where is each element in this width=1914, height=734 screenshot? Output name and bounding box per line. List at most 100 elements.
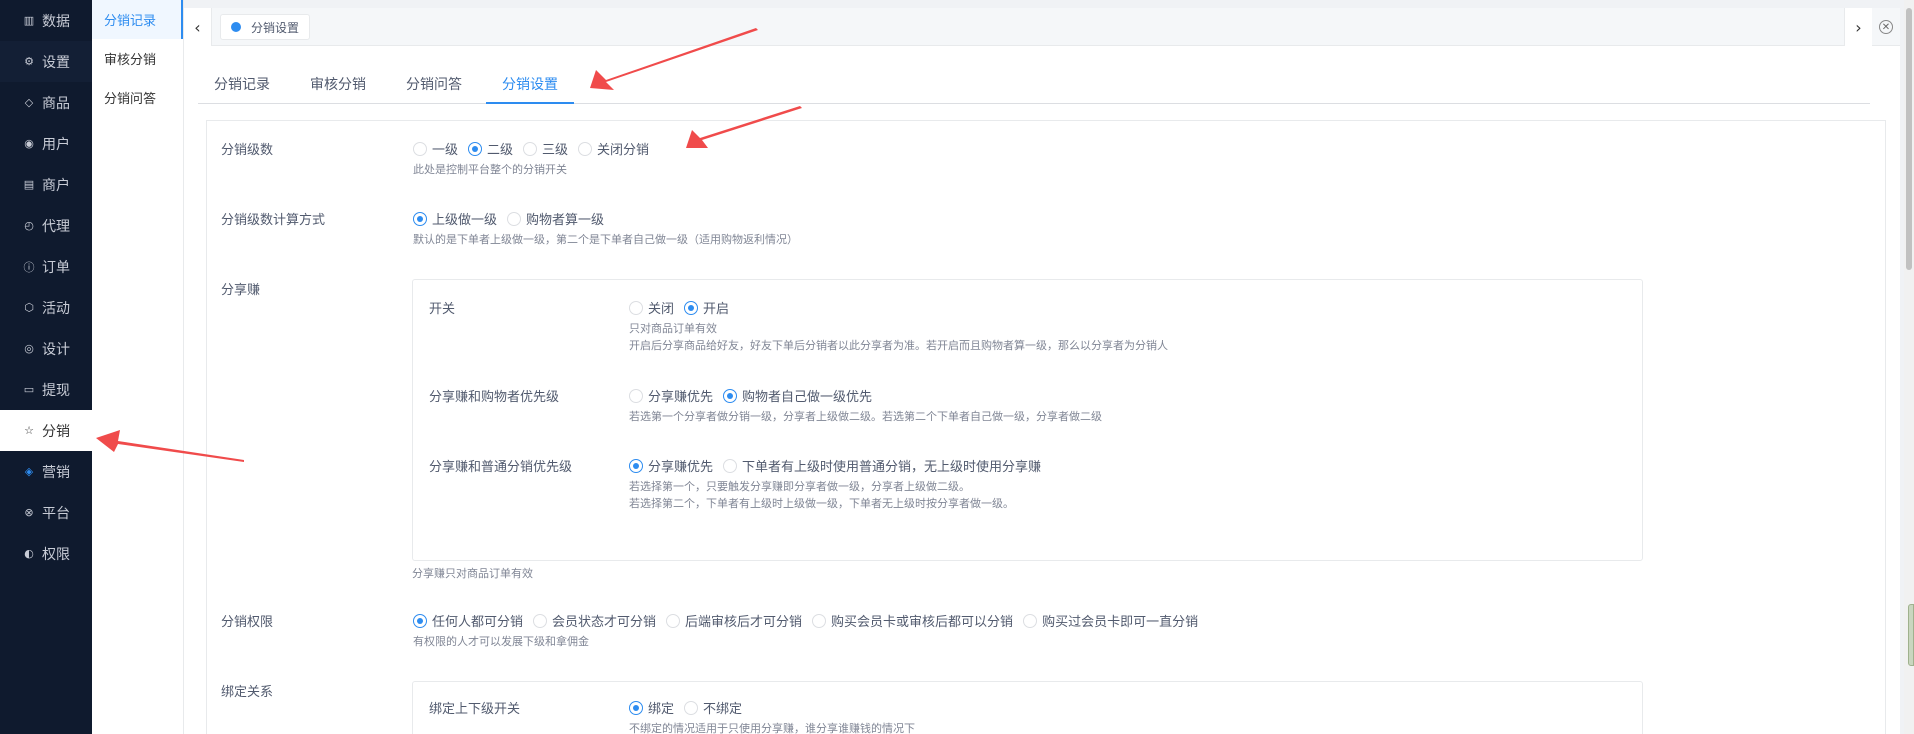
open-tag[interactable]: 分销设置	[220, 14, 311, 40]
normal-priority-radio-group: 分享赚优先 下单者有上级时使用普通分销，无上级时使用分享赚	[629, 456, 1051, 475]
bind-radio-yes[interactable]: 绑定	[629, 698, 674, 717]
permission-radio-card-or-review[interactable]: 购买会员卡或审核后都可以分销	[812, 611, 1013, 630]
buyer-priority-radio-group: 分享赚优先 购物者自己做一级优先	[629, 386, 882, 405]
calc-label: 分销级数计算方式	[221, 213, 326, 228]
level-radio-1[interactable]: 一级	[413, 139, 458, 158]
tab-bar: 分销记录 审核分销 分销问答 分销设置	[198, 68, 1870, 104]
bind-settings-box: 绑定上下级开关 绑定 不绑定 不绑定的情况适用于只使用分享赚，谁分享谁赚钱的情况…	[412, 681, 1643, 734]
info-icon: ⓘ	[23, 260, 35, 274]
tab-settings[interactable]: 分销设置	[486, 68, 574, 104]
nav-item-merchant[interactable]: ▤ 商户	[0, 164, 92, 205]
sub-nav: 分销记录 审核分销 分销问答	[92, 0, 184, 734]
nav-item-goods[interactable]: ◇ 商品	[0, 82, 92, 123]
subnav-item-review[interactable]: 审核分销	[92, 39, 183, 78]
permission-radio-review[interactable]: 后端审核后才可分销	[666, 611, 802, 630]
calc-tip: 默认的是下单者上级做一级，第二个是下单者自己做一级（适用购物返利情况）	[413, 233, 798, 246]
buyer-priority-label: 分享赚和购物者优先级	[429, 390, 560, 405]
palette-icon: ◎	[24, 342, 34, 355]
level-radio-3[interactable]: 三级	[523, 139, 568, 158]
active-dot-icon	[231, 22, 241, 32]
share-radio-off[interactable]: 关闭	[629, 298, 674, 317]
side-handle[interactable]	[1908, 604, 1914, 666]
tag-icon: ⬡	[24, 301, 34, 314]
tab-review[interactable]: 审核分销	[294, 68, 382, 104]
nav-label: 商品	[42, 95, 70, 112]
permission-tip: 有权限的人才可以发展下级和拿佣金	[413, 635, 589, 648]
nav-item-distribution[interactable]: ☆ 分销	[0, 410, 92, 451]
xbox-icon: ⊗	[24, 506, 34, 519]
buyer-priority-tip: 若选第一个分享者做分销一级，分享者上级做二级。若选第二个下单者自己做一级，分享者…	[629, 410, 1102, 423]
buyer-priority-radio-share[interactable]: 分享赚优先	[629, 386, 713, 405]
settings-form: 分销级数 一级 二级 三级 关闭分销 此处是控制平台整个的分销开关 分销级数计算…	[206, 120, 1886, 734]
share-settings-box: 开关 关闭 开启 只对商品订单有效 开启后分享商品给好友，好友下单后分销者以此分…	[412, 279, 1643, 561]
normal-priority-tip1: 若选择第一个，只要触发分享赚即分享者做一级，分享者上级做二级。	[629, 480, 970, 493]
tab-faq[interactable]: 分销问答	[390, 68, 478, 104]
nav-label: 设置	[42, 54, 70, 71]
tab-records[interactable]: 分销记录	[198, 68, 286, 104]
normal-priority-radio-share[interactable]: 分享赚优先	[629, 456, 713, 475]
subnav-item-faq[interactable]: 分销问答	[92, 78, 183, 117]
calc-radio-group: 上级做一级 购物者算一级	[413, 209, 614, 228]
nav-item-permission[interactable]: ◐ 权限	[0, 533, 92, 574]
level-radio-off[interactable]: 关闭分销	[578, 139, 649, 158]
layers-icon: ◈	[24, 465, 34, 478]
permission-radio-card[interactable]: 购买过会员卡即可一直分销	[1023, 611, 1198, 630]
bind-radio-no[interactable]: 不绑定	[684, 698, 742, 717]
nav-item-data[interactable]: ▥ 数据	[0, 0, 92, 41]
nav-item-withdraw[interactable]: ▭ 提现	[0, 369, 92, 410]
permission-radio-member[interactable]: 会员状态才可分销	[533, 611, 656, 630]
nav-item-design[interactable]: ◎ 设计	[0, 328, 92, 369]
level-label: 分销级数	[221, 143, 274, 158]
calc-radio-buyer[interactable]: 购物者算一级	[507, 209, 604, 228]
share-switch-tip1: 只对商品订单有效	[629, 322, 717, 335]
buyer-priority-radio-buyer[interactable]: 购物者自己做一级优先	[723, 386, 872, 405]
share-footer-tip: 分享赚只对商品订单有效	[412, 567, 533, 580]
normal-priority-tip2: 若选择第二个，下单者有上级时上级做一级，下单者无上级时按分享者做一级。	[629, 497, 1014, 510]
chevron-right-icon[interactable]: ›	[1844, 8, 1872, 46]
nav-item-activity[interactable]: ⬡ 活动	[0, 287, 92, 328]
close-all-button[interactable]: ✕	[1872, 8, 1900, 46]
main-nav: ▥ 数据 ⚙ 设置 ◇ 商品 ◉ 用户 ▤ 商户 ◴ 代理 ⓘ 订单 ⬡ 活动 ◎ 设计 ▭ 提现 …	[0, 0, 92, 734]
nav-label: 权限	[42, 546, 70, 563]
nav-item-marketing[interactable]: ◈ 营销	[0, 451, 92, 492]
nav-item-settings[interactable]: ⚙ 设置	[0, 41, 92, 82]
share-radio-on[interactable]: 开启	[684, 298, 729, 317]
nav-label: 分销	[42, 423, 70, 440]
main-content: 分销记录 审核分销 分销问答 分销设置 分销级数 一级 二级 三级 关闭分销 此…	[184, 46, 1900, 734]
star-icon: ☆	[24, 424, 34, 437]
bind-radio-group: 绑定 不绑定	[629, 698, 752, 717]
open-tag-label: 分销设置	[251, 20, 300, 35]
normal-priority-radio-normal[interactable]: 下单者有上级时使用普通分销，无上级时使用分享赚	[723, 456, 1041, 475]
nav-label: 订单	[42, 259, 70, 276]
nav-label: 活动	[42, 300, 70, 317]
nav-label: 设计	[42, 341, 70, 358]
store-icon: ▤	[23, 178, 35, 191]
nav-item-agent[interactable]: ◴ 代理	[0, 205, 92, 246]
share-switch-radio-group: 关闭 开启	[629, 298, 739, 317]
nav-label: 营销	[42, 464, 70, 481]
compass-icon: ◐	[24, 547, 34, 560]
nav-item-users[interactable]: ◉ 用户	[0, 123, 92, 164]
nav-item-platform[interactable]: ⊗ 平台	[0, 492, 92, 533]
level-radio-2[interactable]: 二级	[468, 139, 513, 158]
nav-label: 提现	[42, 382, 70, 399]
nav-label: 平台	[42, 505, 70, 522]
calc-radio-upper[interactable]: 上级做一级	[413, 209, 497, 228]
bind-label: 绑定关系	[221, 685, 274, 700]
chevron-left-icon[interactable]: ‹	[184, 8, 212, 46]
bind-tip: 不绑定的情况适用于只使用分享赚，谁分享谁赚钱的情况下	[629, 722, 915, 734]
user-icon: ◉	[24, 137, 34, 150]
permission-label: 分销权限	[221, 615, 274, 630]
permission-radio-anyone[interactable]: 任何人都可分销	[413, 611, 523, 630]
subnav-item-records[interactable]: 分销记录	[92, 0, 183, 39]
nav-item-orders[interactable]: ⓘ 订单	[0, 246, 92, 287]
nav-label: 数据	[42, 13, 70, 30]
app-root: ▥ 数据 ⚙ 设置 ◇ 商品 ◉ 用户 ▤ 商户 ◴ 代理 ⓘ 订单 ⬡ 活动 ◎ 设计 ▭ 提现 …	[0, 0, 1914, 734]
nav-label: 代理	[42, 218, 70, 235]
clock-icon: ◴	[24, 219, 34, 232]
share-label: 分享赚	[221, 283, 261, 298]
scrollbar-thumb[interactable]	[1906, 8, 1912, 270]
close-circle-icon: ✕	[1879, 20, 1893, 34]
level-radio-group: 一级 二级 三级 关闭分销	[413, 139, 659, 158]
normal-priority-label: 分享赚和普通分销优先级	[429, 460, 573, 475]
